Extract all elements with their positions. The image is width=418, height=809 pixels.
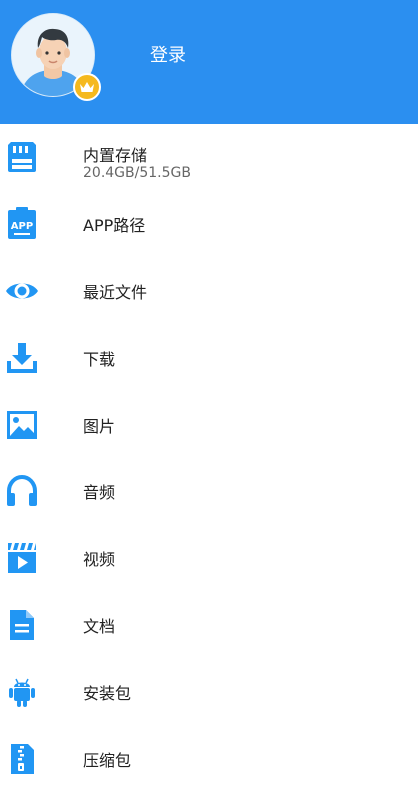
menu-item-archives[interactable]: 压缩包 bbox=[0, 725, 418, 792]
menu-item-label: 文档 bbox=[83, 616, 116, 636]
menu-item-download[interactable]: 下载 bbox=[0, 324, 418, 391]
menu-item-label: APP路径 bbox=[83, 216, 146, 236]
menu-item-label: 安装包 bbox=[83, 683, 132, 703]
menu-item-label: 下载 bbox=[83, 349, 116, 369]
menu-item-app-path[interactable]: APP APP路径 bbox=[0, 191, 418, 258]
app-icon: APP bbox=[5, 207, 39, 241]
zip-icon bbox=[5, 742, 39, 776]
svg-text:APP: APP bbox=[11, 221, 33, 232]
headphones-icon bbox=[5, 474, 39, 508]
menu-list: 内置存储 20.4GB/51.5GB APP APP路径 最近文件 下载 图片 … bbox=[0, 124, 418, 792]
document-icon bbox=[5, 608, 39, 642]
menu-item-internal-storage[interactable]: 内置存储 20.4GB/51.5GB bbox=[0, 124, 418, 191]
menu-item-recent-files[interactable]: 最近文件 bbox=[0, 258, 418, 325]
storage-usage: 20.4GB/51.5GB bbox=[83, 165, 191, 181]
menu-item-label: 压缩包 bbox=[83, 750, 132, 770]
avatar[interactable] bbox=[11, 13, 101, 101]
image-icon bbox=[5, 408, 39, 442]
android-icon bbox=[5, 675, 39, 709]
crown-icon bbox=[73, 73, 101, 101]
menu-item-label: 视频 bbox=[83, 550, 116, 570]
menu-item-apk[interactable]: 安装包 bbox=[0, 658, 418, 725]
menu-item-label: 内置存储 bbox=[83, 146, 148, 165]
sd-card-icon bbox=[5, 140, 39, 174]
menu-item-images[interactable]: 图片 bbox=[0, 391, 418, 458]
eye-icon bbox=[5, 274, 39, 308]
header: 登录 bbox=[0, 0, 418, 124]
login-button[interactable]: 登录 bbox=[150, 41, 186, 67]
menu-item-audio[interactable]: 音频 bbox=[0, 458, 418, 525]
menu-item-video[interactable]: 视频 bbox=[0, 525, 418, 592]
menu-item-label: 图片 bbox=[83, 416, 116, 436]
download-icon bbox=[5, 341, 39, 375]
menu-item-label: 音频 bbox=[83, 483, 116, 503]
menu-item-documents[interactable]: 文档 bbox=[0, 592, 418, 659]
video-icon bbox=[5, 541, 39, 575]
menu-item-label: 最近文件 bbox=[83, 282, 148, 302]
